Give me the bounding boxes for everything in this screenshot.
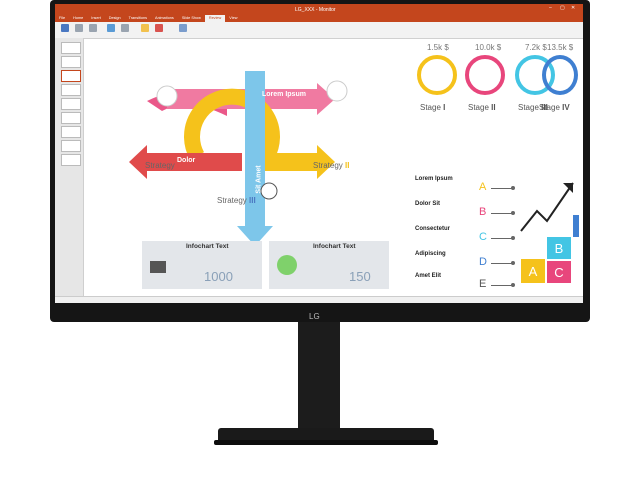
infochart-box-1: Infochart Text 1000 [142,241,262,289]
infochart-box-2: Infochart Text 150 [269,241,389,289]
list-letter-a: A [479,181,487,193]
list-dash [491,285,513,286]
slide-thumbnail[interactable] [61,140,81,152]
slide-thumbnail[interactable] [61,154,81,166]
infochart-value-2: 150 [349,269,371,284]
dolor-label: Dolor [177,157,196,164]
ribbon-toolbar [55,22,583,39]
slide-thumbnail[interactable] [61,112,81,124]
block-e: E [573,215,579,237]
app-titlebar: LG_XXX - Monitor – ▢ ✕ [55,4,583,15]
thesaurus-icon[interactable] [89,24,97,32]
slide-canvas[interactable]: Lorem Ipsum Dolor Sit Amet Strategy I St… [87,41,579,293]
comment-icon[interactable] [141,24,149,32]
sit-amet-label: Sit Amet [255,165,263,194]
plant-icon [277,255,297,275]
growth-arrow-icon [520,182,574,232]
spelling-icon[interactable] [61,24,69,32]
slide-thumbnail[interactable] [61,42,81,54]
list-label-b: Dolor Sit [415,201,440,207]
list-label-a: Lorem Ipsum [415,176,453,182]
list-letter-b: B [479,206,487,218]
list-dash [491,263,513,264]
tab-view[interactable]: View [225,15,241,22]
list-dash [491,213,513,214]
strategy-1: Strategy I [145,161,180,170]
language-icon[interactable] [121,24,129,32]
infochart-title-1: Infochart Text [186,243,229,250]
tab-transitions[interactable]: Transitions [125,15,151,22]
maximize-icon[interactable]: ▢ [560,5,565,11]
close-icon[interactable]: ✕ [571,5,575,11]
stage-1-label: Stage I [420,103,446,112]
lorem-ipsum-label: Lorem Ipsum [262,91,306,98]
infochart-title-2: Infochart Text [313,243,356,250]
window-title: LG_XXX - Monitor [295,7,336,13]
list-dash [491,188,513,189]
infochart-value-1: 1000 [204,269,233,284]
stage-3-value: 7.2k $ [525,43,547,52]
slide-thumbnail[interactable] [61,70,81,82]
slide-thumbnail[interactable] [61,84,81,96]
stage-4-value: 13.5k $ [547,43,574,52]
list-letter-c: C [479,231,487,243]
list-dot [511,236,515,240]
list-dash [491,238,513,239]
stage-2-label: Stage II [468,103,496,112]
ribbon-tabs: File Home Insert Design Transitions Anim… [55,15,583,22]
stage-2-value: 10.0k $ [475,43,502,52]
list-letter-d: D [479,256,487,268]
list-label-e: Amet Elit [415,273,442,279]
compare-icon[interactable] [179,24,187,32]
research-icon[interactable] [75,24,83,32]
list-dot [511,211,515,215]
tab-home[interactable]: Home [69,15,87,22]
tab-file[interactable]: File [55,15,69,22]
tab-animations[interactable]: Animations [151,15,178,22]
slide-thumbnail[interactable] [61,98,81,110]
stand-neck [298,322,340,434]
list-label-d: Adipiscing [415,251,446,257]
status-bar [55,296,583,303]
slide-thumbnail[interactable] [61,56,81,68]
tab-design[interactable]: Design [105,15,125,22]
tab-slide-show[interactable]: Slide Show [178,15,205,22]
slide-thumbnail[interactable] [61,126,81,138]
strategy-3: Strategy III [217,196,256,205]
list-dot [511,283,515,287]
stand-foot [214,440,438,445]
house-icon [150,261,166,273]
list-letter-e: E [479,278,487,290]
block-c: C [547,261,571,283]
list-dot [511,261,515,265]
list-dot [511,186,515,190]
cloud-icon [542,55,578,95]
tab-insert[interactable]: Insert [87,15,105,22]
block-b: B [547,237,571,259]
document-icon [417,55,457,95]
strategy-2: Strategy II [313,161,350,170]
minimize-icon[interactable]: – [549,5,552,11]
slide-thumbnails [55,38,84,296]
list-label-c: Consectetur [415,226,451,232]
stage-1-value: 1.5k $ [427,43,449,52]
cube-icon [465,55,505,95]
block-a: A [521,259,545,283]
lg-logo: LG [309,312,320,321]
translate-icon[interactable] [107,24,115,32]
tab-review[interactable]: Review [204,15,226,22]
delete-comment-icon[interactable] [155,24,163,32]
stage-4-label: Stage IV [539,103,570,112]
screen: LG_XXX - Monitor – ▢ ✕ File Home Insert … [55,4,583,303]
